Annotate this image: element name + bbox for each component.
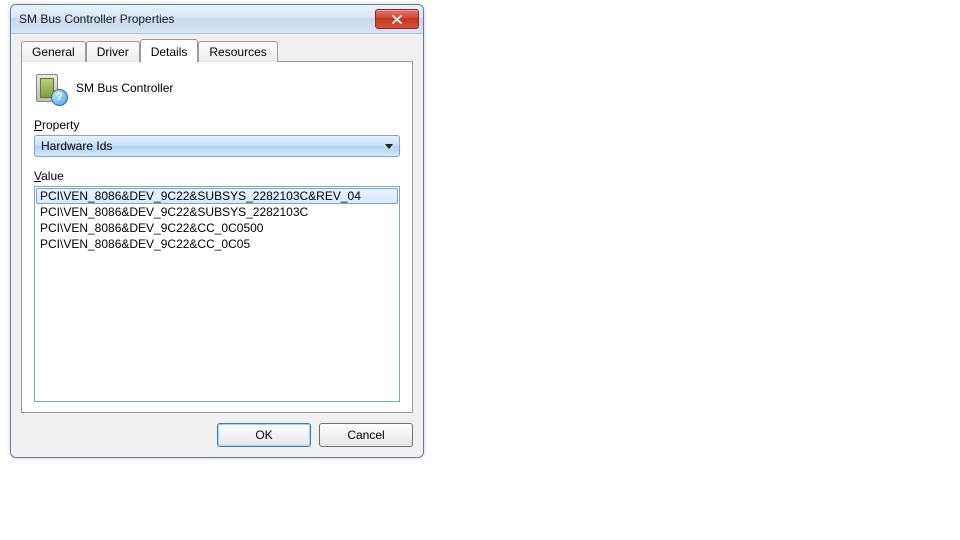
tab-page-details: ? SM Bus Controller Property Hardware Id… — [21, 61, 413, 413]
tab-general[interactable]: General — [21, 41, 86, 62]
window-title: SM Bus Controller Properties — [19, 12, 375, 26]
tab-details[interactable]: Details — [140, 39, 199, 63]
property-label: Property — [34, 118, 400, 132]
value-label: Value — [34, 169, 400, 183]
dialog-body: General Driver Details Resources ? SM Bu… — [11, 34, 423, 457]
chevron-down-icon — [385, 144, 393, 149]
device-header: ? SM Bus Controller — [34, 72, 400, 104]
close-icon — [392, 15, 402, 24]
cancel-button[interactable]: Cancel — [319, 423, 413, 447]
value-listbox[interactable]: PCI\VEN_8086&DEV_9C22&SUBSYS_2282103C&RE… — [34, 186, 400, 402]
tab-driver[interactable]: Driver — [86, 41, 140, 62]
list-item[interactable]: PCI\VEN_8086&DEV_9C22&CC_0C05 — [36, 236, 398, 252]
list-item[interactable]: PCI\VEN_8086&DEV_9C22&SUBSYS_2282103C — [36, 204, 398, 220]
close-button[interactable] — [375, 9, 419, 29]
question-badge-icon: ? — [51, 89, 68, 106]
titlebar[interactable]: SM Bus Controller Properties — [11, 5, 423, 34]
dialog-buttons: OK Cancel — [21, 423, 413, 447]
ok-button[interactable]: OK — [217, 423, 311, 447]
tab-strip: General Driver Details Resources — [21, 40, 413, 62]
property-dropdown[interactable]: Hardware Ids — [34, 135, 400, 157]
properties-dialog: SM Bus Controller Properties General Dri… — [10, 4, 424, 458]
device-icon: ? — [34, 72, 66, 104]
list-item[interactable]: PCI\VEN_8086&DEV_9C22&CC_0C0500 — [36, 220, 398, 236]
property-dropdown-value: Hardware Ids — [41, 139, 112, 153]
list-item[interactable]: PCI\VEN_8086&DEV_9C22&SUBSYS_2282103C&RE… — [36, 188, 398, 204]
tab-resources[interactable]: Resources — [198, 41, 277, 62]
device-name: SM Bus Controller — [76, 81, 173, 95]
